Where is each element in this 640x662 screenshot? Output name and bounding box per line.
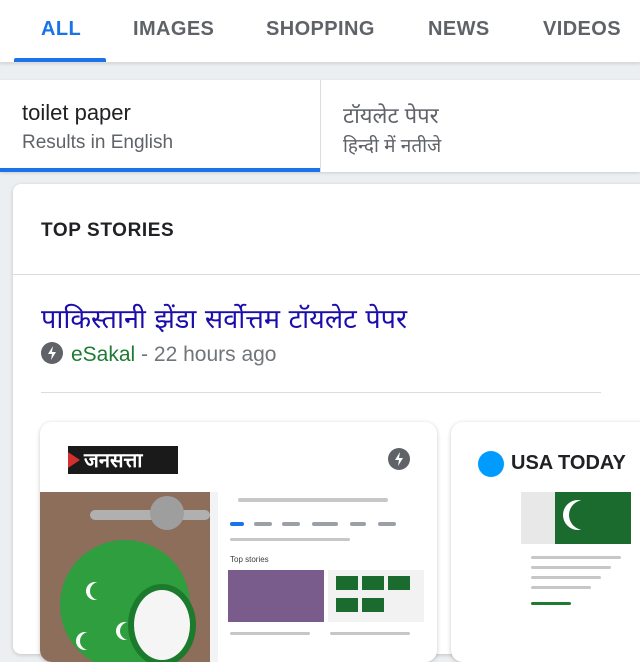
story-headline-link[interactable]: पाकिस्तानी झेंडा सर्वोत्तम टॉयलेट पेपर (41, 299, 407, 336)
divider (13, 274, 640, 275)
tab-videos[interactable]: VIDEOS (543, 18, 621, 41)
story-card-usa-today[interactable]: USA TODAY (451, 422, 640, 662)
divider (41, 392, 601, 393)
english-results-label: Results in English (22, 132, 174, 153)
tab-all[interactable]: ALL (41, 18, 81, 41)
story-separator: - (135, 343, 154, 366)
tab-shopping[interactable]: SHOPPING (266, 18, 375, 41)
language-option-english[interactable]: toilet paper Results in English (0, 80, 320, 172)
active-tab-indicator (14, 58, 106, 62)
pakistan-flag-thumbnail (521, 492, 631, 544)
story-source[interactable]: eSakal (71, 343, 135, 366)
amp-lightning-icon (388, 448, 410, 470)
story-source-row: eSakal - 22 hours ago (41, 342, 277, 372)
english-query-label: toilet paper (22, 100, 131, 125)
search-screenshot-image: Top stories (218, 492, 437, 662)
usa-today-publisher-name: USA TODAY (511, 452, 626, 474)
toilet-paper-photo (40, 492, 210, 662)
story-thumbnail: Top stories (40, 492, 437, 662)
tab-news[interactable]: NEWS (428, 18, 490, 41)
top-stories-title: TOP STORIES (41, 220, 175, 241)
top-stories-card: TOP STORIES पाकिस्तानी झेंडा सर्वोत्तम ट… (13, 184, 640, 662)
story-card-jansatta[interactable]: जनसत्ता Top stories (40, 422, 437, 662)
mini-stories-image-text: Top stories (230, 555, 269, 564)
language-toggle: toilet paper Results in English टॉयलेट प… (0, 80, 640, 172)
amp-lightning-icon (41, 342, 63, 364)
selected-language-indicator (0, 168, 320, 172)
logo-mark-icon (68, 452, 80, 468)
jansatta-logo: जनसत्ता (68, 446, 178, 474)
language-option-hindi[interactable]: टॉयलेट पेपर हिन्दी में नतीजे (321, 80, 640, 172)
jansatta-publisher-name: जनसत्ता (84, 448, 143, 472)
usa-today-logo-icon (478, 451, 504, 477)
search-tabs-bar: ALL IMAGES SHOPPING NEWS VIDEOS (0, 0, 640, 63)
hindi-query-label: टॉयलेट पेपर (343, 103, 439, 128)
story-age: 22 hours ago (153, 343, 277, 366)
hindi-results-label: हिन्दी में नतीजे (343, 136, 442, 157)
tab-images[interactable]: IMAGES (133, 18, 214, 41)
